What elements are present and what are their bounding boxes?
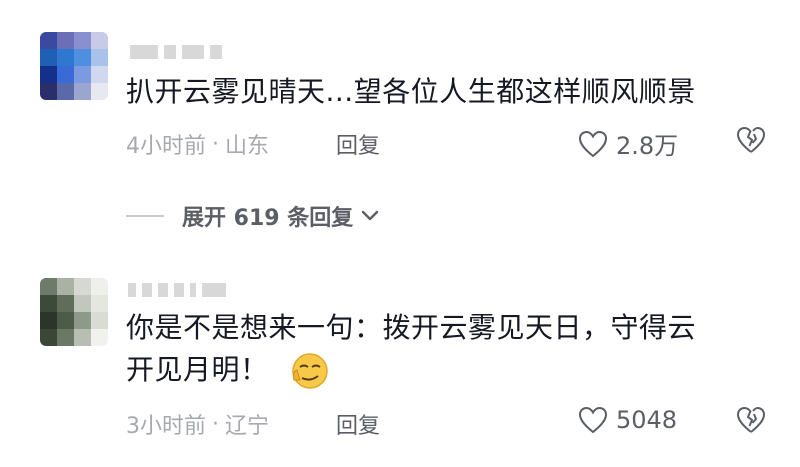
avatar-mosaic-cell	[40, 66, 57, 83]
avatar-mosaic-cell	[40, 49, 57, 66]
heart-icon	[578, 406, 608, 434]
avatar-mosaic-cell	[57, 32, 74, 49]
comment-text-line1: 你是不是想来一句：拨开云雾见天日，守得云	[126, 311, 697, 344]
avatar-mosaic-cell	[74, 49, 91, 66]
comment-meta: 3小时前 · 辽宁	[126, 408, 269, 440]
comment-text-line2-row: 开见月明！	[126, 346, 330, 394]
chevron-down-icon	[362, 210, 379, 221]
broken-heart-icon	[736, 406, 766, 433]
avatar-mosaic-cell	[91, 83, 108, 100]
heart-icon	[578, 130, 608, 157]
avatar-mosaic-cell	[91, 312, 108, 329]
comment-location: 辽宁	[225, 414, 270, 439]
avatar-mosaic-cell	[91, 32, 108, 49]
avatar-mosaic-cell	[74, 278, 91, 295]
avatar-mosaic-cell	[91, 295, 108, 312]
avatar-mosaic-cell	[40, 83, 57, 100]
broken-heart-icon	[736, 126, 766, 153]
dislike-button[interactable]	[736, 126, 766, 158]
avatar-mosaic-cell	[40, 295, 57, 312]
divider-line	[126, 215, 164, 217]
username-blurred[interactable]	[128, 282, 232, 297]
avatar-mosaic-cell	[91, 329, 108, 346]
expand-replies-label: 展开 619 条回复	[182, 206, 354, 231]
comment-text: 扒开云雾见晴天...望各位人生都这样顺风顺景	[126, 75, 696, 108]
avatar-mosaic-cell	[57, 312, 74, 329]
avatar-mosaic-cell	[57, 278, 74, 295]
separator-dot: ·	[212, 131, 219, 157]
avatar-mosaic-cell	[57, 295, 74, 312]
like-count: 5048	[616, 406, 678, 434]
avatar[interactable]	[40, 32, 108, 100]
comment-meta: 4小时前 · 山东	[126, 128, 269, 160]
avatar-mosaic-cell	[74, 83, 91, 100]
avatar-mosaic-cell	[40, 329, 57, 346]
avatar-mosaic-cell	[91, 66, 108, 83]
avatar-mosaic-cell	[40, 312, 57, 329]
expand-replies-button[interactable]: 展开 619 条回复	[126, 200, 379, 232]
avatar-mosaic-cell	[91, 278, 108, 295]
comment-time: 4小时前	[126, 134, 206, 159]
like-button[interactable]: 5048	[578, 406, 677, 434]
avatar-mosaic-cell	[91, 49, 108, 66]
like-button[interactable]: 2.8万	[578, 126, 678, 161]
avatar-mosaic-cell	[74, 32, 91, 49]
avatar-mosaic-cell	[57, 66, 74, 83]
comment-time: 3小时前	[126, 414, 206, 439]
avatar-mosaic-cell	[57, 83, 74, 100]
smirk-emoji-icon	[292, 353, 328, 389]
avatar[interactable]	[40, 278, 108, 346]
avatar-mosaic-cell	[74, 66, 91, 83]
username-blurred[interactable]	[130, 44, 228, 59]
comment-text-line2: 开见月明！	[126, 353, 269, 386]
avatar-mosaic-cell	[74, 312, 91, 329]
dislike-button[interactable]	[736, 406, 766, 438]
comment-location: 山东	[225, 134, 270, 159]
avatar-mosaic-cell	[57, 329, 74, 346]
like-count: 2.8万	[616, 132, 679, 160]
avatar-mosaic-cell	[40, 278, 57, 295]
avatar-mosaic-cell	[74, 295, 91, 312]
reply-button[interactable]: 回复	[336, 408, 380, 440]
reply-button[interactable]: 回复	[336, 128, 380, 160]
avatar-mosaic-cell	[74, 329, 91, 346]
avatar-mosaic-cell	[40, 32, 57, 49]
separator-dot: ·	[212, 411, 219, 437]
avatar-mosaic-cell	[57, 49, 74, 66]
